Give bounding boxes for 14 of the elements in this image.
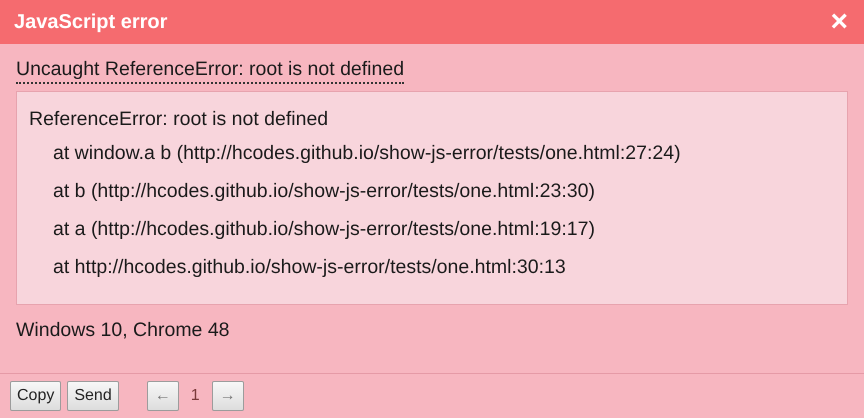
previous-button[interactable]: ← [146,381,179,411]
stack-frame: at b (http://hcodes.github.io/show-js-error/tests/one.html:23:30) [29,172,835,210]
action-button[interactable]: Send [67,381,119,411]
stack-frame: at http://hcodes.github.io/show-js-error/tests/one.html:30:13 [29,248,835,286]
stack-header: ReferenceError: root is not defined [29,107,330,132]
action-button[interactable]: Copy [10,381,62,411]
error-message: Uncaught ReferenceError: root is not defined [16,58,404,84]
environment-text: Windows 10, Chrome 48 [16,319,231,342]
next-button[interactable]: → [212,381,244,411]
stack-frame: at a (http://hcodes.github.io/show-js-error/tests/one.html:19:17) [29,210,835,248]
window-title: JavaScript error [14,10,168,34]
stack-frame: at window.a b (http://hcodes.github.io/show-js-error/tests/one.html:27:24) [29,134,835,172]
close-button[interactable]: × [826,7,852,37]
page-number: 1 [190,387,201,405]
